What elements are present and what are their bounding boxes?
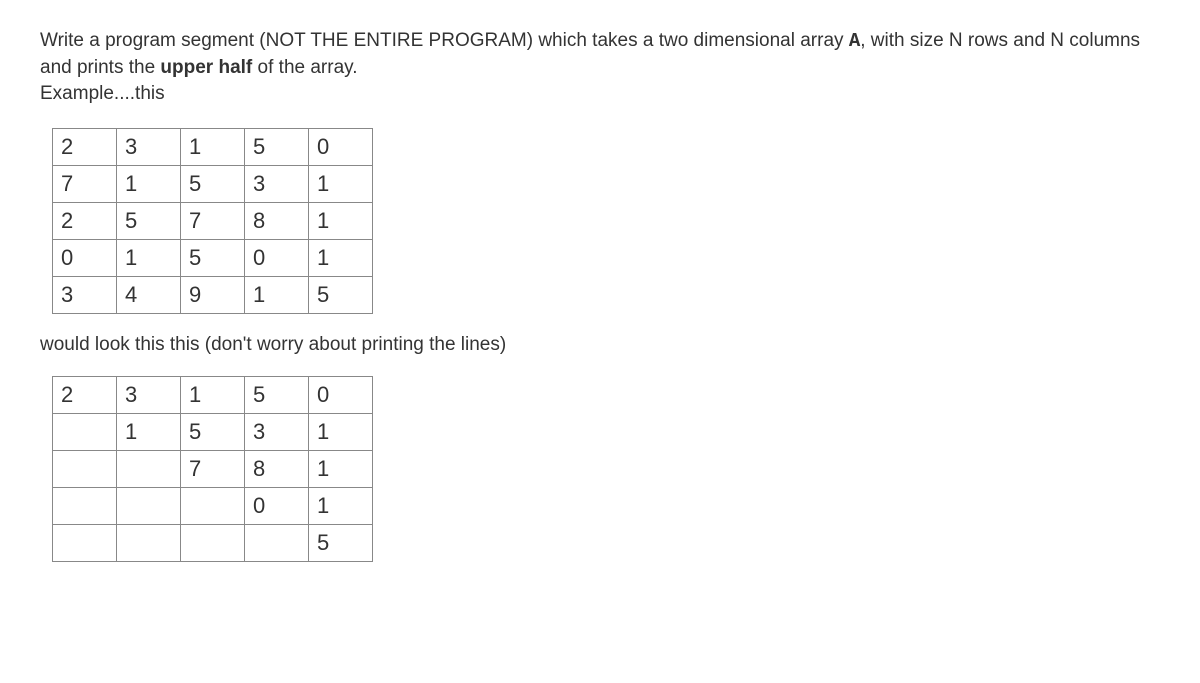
- cell: 0: [309, 376, 373, 413]
- cell: 4: [117, 276, 181, 313]
- table-row: 2 3 1 5 0: [53, 128, 373, 165]
- cell: 1: [309, 202, 373, 239]
- cell: 8: [245, 202, 309, 239]
- intro-text-1: Write a program segment (NOT THE ENTIRE …: [40, 30, 849, 51]
- cell: [181, 524, 245, 561]
- table-row: 2 5 7 8 1: [53, 202, 373, 239]
- cell: 1: [181, 376, 245, 413]
- cell: 5: [117, 202, 181, 239]
- table-row: 2 3 1 5 0: [53, 376, 373, 413]
- cell: 7: [181, 202, 245, 239]
- cell: 0: [309, 128, 373, 165]
- cell: 3: [53, 276, 117, 313]
- cell: 1: [309, 450, 373, 487]
- cell: [117, 450, 181, 487]
- cell: 8: [245, 450, 309, 487]
- cell: 9: [181, 276, 245, 313]
- cell: 1: [309, 165, 373, 202]
- cell: 5: [181, 165, 245, 202]
- table-row: 1 5 3 1: [53, 413, 373, 450]
- cell: 2: [53, 128, 117, 165]
- cell: [181, 487, 245, 524]
- cell: 1: [309, 413, 373, 450]
- matrix-input: 2 3 1 5 0 7 1 5 3 1 2 5 7 8 1 0 1 5 0 1 …: [52, 128, 373, 314]
- cell: 2: [53, 376, 117, 413]
- table-row: 3 4 9 1 5: [53, 276, 373, 313]
- cell: [53, 413, 117, 450]
- cell: 1: [309, 239, 373, 276]
- cell: 7: [181, 450, 245, 487]
- cell: 1: [117, 165, 181, 202]
- table-row: 0 1 5 0 1: [53, 239, 373, 276]
- table-row: 0 1: [53, 487, 373, 524]
- cell: [117, 524, 181, 561]
- cell: 3: [245, 413, 309, 450]
- cell: 0: [245, 487, 309, 524]
- intro-bold: upper half: [160, 57, 252, 78]
- array-var: A: [849, 30, 860, 52]
- cell: 1: [181, 128, 245, 165]
- intro-text-3: of the array.: [252, 57, 357, 78]
- cell: 5: [245, 376, 309, 413]
- cell: 5: [309, 524, 373, 561]
- cell: 0: [53, 239, 117, 276]
- table-row: 7 1 5 3 1: [53, 165, 373, 202]
- cell: [245, 524, 309, 561]
- cell: 1: [309, 487, 373, 524]
- cell: 3: [245, 165, 309, 202]
- cell: [53, 487, 117, 524]
- cell: 5: [245, 128, 309, 165]
- example-label: Example....this: [40, 83, 165, 104]
- cell: 5: [181, 239, 245, 276]
- cell: 1: [117, 239, 181, 276]
- cell: 2: [53, 202, 117, 239]
- table-row: 5: [53, 524, 373, 561]
- cell: 0: [245, 239, 309, 276]
- cell: [117, 487, 181, 524]
- cell: 3: [117, 128, 181, 165]
- question-prompt: Write a program segment (NOT THE ENTIRE …: [40, 28, 1160, 108]
- cell: [53, 450, 117, 487]
- cell: 1: [117, 413, 181, 450]
- table-row: 7 8 1: [53, 450, 373, 487]
- cell: [53, 524, 117, 561]
- cell: 1: [245, 276, 309, 313]
- cell: 5: [309, 276, 373, 313]
- matrix-output: 2 3 1 5 0 1 5 3 1 7 8 1 0 1 5: [52, 376, 373, 562]
- cell: 3: [117, 376, 181, 413]
- cell: 7: [53, 165, 117, 202]
- cell: 5: [181, 413, 245, 450]
- between-text: would look this this (don't worry about …: [40, 334, 1160, 356]
